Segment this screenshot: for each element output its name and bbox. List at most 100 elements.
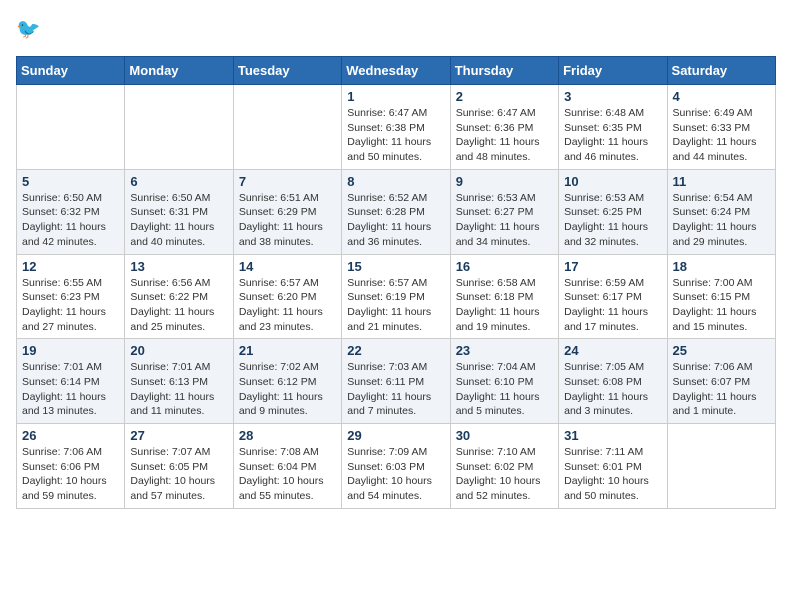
calendar-cell: 19 Sunrise: 7:01 AM Sunset: 6:14 PM Dayli… bbox=[17, 339, 125, 424]
day-number: 13 bbox=[130, 259, 227, 274]
day-info: Sunrise: 7:06 AM Sunset: 6:07 PM Dayligh… bbox=[673, 360, 770, 419]
day-number: 28 bbox=[239, 428, 336, 443]
calendar-cell bbox=[17, 85, 125, 170]
calendar-cell: 10 Sunrise: 6:53 AM Sunset: 6:25 PM Dayli… bbox=[559, 169, 667, 254]
day-number: 12 bbox=[22, 259, 119, 274]
calendar-cell: 21 Sunrise: 7:02 AM Sunset: 6:12 PM Dayli… bbox=[233, 339, 341, 424]
day-number: 9 bbox=[456, 174, 553, 189]
day-info: Sunrise: 6:49 AM Sunset: 6:33 PM Dayligh… bbox=[673, 106, 770, 165]
calendar-cell: 24 Sunrise: 7:05 AM Sunset: 6:08 PM Dayli… bbox=[559, 339, 667, 424]
day-info: Sunrise: 6:53 AM Sunset: 6:25 PM Dayligh… bbox=[564, 191, 661, 250]
day-number: 29 bbox=[347, 428, 444, 443]
logo-bird-icon: 🐦 bbox=[16, 16, 44, 44]
day-info: Sunrise: 7:01 AM Sunset: 6:14 PM Dayligh… bbox=[22, 360, 119, 419]
calendar-header-row: SundayMondayTuesdayWednesdayThursdayFrid… bbox=[17, 57, 776, 85]
calendar-cell: 31Sunrise: 7:11 AM Sunset: 6:01 PM Dayli… bbox=[559, 424, 667, 509]
calendar-cell: 25 Sunrise: 7:06 AM Sunset: 6:07 PM Dayli… bbox=[667, 339, 775, 424]
day-info: Sunrise: 7:07 AM Sunset: 6:05 PM Dayligh… bbox=[130, 445, 227, 504]
day-number: 1 bbox=[347, 89, 444, 104]
day-number: 26 bbox=[22, 428, 119, 443]
day-info: Sunrise: 7:06 AM Sunset: 6:06 PM Dayligh… bbox=[22, 445, 119, 504]
calendar-cell: 26 Sunrise: 7:06 AM Sunset: 6:06 PM Dayli… bbox=[17, 424, 125, 509]
day-info: Sunrise: 6:57 AM Sunset: 6:20 PM Dayligh… bbox=[239, 276, 336, 335]
day-info: Sunrise: 6:52 AM Sunset: 6:28 PM Dayligh… bbox=[347, 191, 444, 250]
weekday-header-thursday: Thursday bbox=[450, 57, 558, 85]
day-info: Sunrise: 6:53 AM Sunset: 6:27 PM Dayligh… bbox=[456, 191, 553, 250]
day-info: Sunrise: 6:48 AM Sunset: 6:35 PM Dayligh… bbox=[564, 106, 661, 165]
day-info: Sunrise: 7:03 AM Sunset: 6:11 PM Dayligh… bbox=[347, 360, 444, 419]
day-info: Sunrise: 6:47 AM Sunset: 6:36 PM Dayligh… bbox=[456, 106, 553, 165]
day-number: 24 bbox=[564, 343, 661, 358]
calendar-cell: 2 Sunrise: 6:47 AM Sunset: 6:36 PM Daylig… bbox=[450, 85, 558, 170]
day-number: 21 bbox=[239, 343, 336, 358]
page-header: 🐦 bbox=[16, 16, 776, 44]
calendar-cell: 23 Sunrise: 7:04 AM Sunset: 6:10 PM Dayli… bbox=[450, 339, 558, 424]
day-number: 16 bbox=[456, 259, 553, 274]
calendar-cell: 18 Sunrise: 7:00 AM Sunset: 6:15 PM Dayli… bbox=[667, 254, 775, 339]
day-number: 17 bbox=[564, 259, 661, 274]
calendar-cell: 1 Sunrise: 6:47 AM Sunset: 6:38 PM Daylig… bbox=[342, 85, 450, 170]
calendar-cell: 22 Sunrise: 7:03 AM Sunset: 6:11 PM Dayli… bbox=[342, 339, 450, 424]
calendar-cell: 15 Sunrise: 6:57 AM Sunset: 6:19 PM Dayli… bbox=[342, 254, 450, 339]
calendar-cell: 12 Sunrise: 6:55 AM Sunset: 6:23 PM Dayli… bbox=[17, 254, 125, 339]
calendar-week-2: 5Sunrise: 6:50 AM Sunset: 6:32 PM Daylig… bbox=[17, 169, 776, 254]
calendar-cell: 4 Sunrise: 6:49 AM Sunset: 6:33 PM Daylig… bbox=[667, 85, 775, 170]
day-number: 25 bbox=[673, 343, 770, 358]
day-info: Sunrise: 7:11 AM Sunset: 6:01 PM Dayligh… bbox=[564, 445, 661, 504]
day-number: 20 bbox=[130, 343, 227, 358]
day-number: 30 bbox=[456, 428, 553, 443]
day-number: 15 bbox=[347, 259, 444, 274]
weekday-header-saturday: Saturday bbox=[667, 57, 775, 85]
calendar-cell: 11 Sunrise: 6:54 AM Sunset: 6:24 PM Dayli… bbox=[667, 169, 775, 254]
day-info: Sunrise: 7:10 AM Sunset: 6:02 PM Dayligh… bbox=[456, 445, 553, 504]
day-info: Sunrise: 7:05 AM Sunset: 6:08 PM Dayligh… bbox=[564, 360, 661, 419]
day-number: 10 bbox=[564, 174, 661, 189]
day-info: Sunrise: 6:50 AM Sunset: 6:31 PM Dayligh… bbox=[130, 191, 227, 250]
calendar-cell: 5Sunrise: 6:50 AM Sunset: 6:32 PM Daylig… bbox=[17, 169, 125, 254]
day-number: 23 bbox=[456, 343, 553, 358]
calendar-cell bbox=[125, 85, 233, 170]
calendar-cell: 16Sunrise: 6:58 AM Sunset: 6:18 PM Dayli… bbox=[450, 254, 558, 339]
day-number: 22 bbox=[347, 343, 444, 358]
day-info: Sunrise: 6:59 AM Sunset: 6:17 PM Dayligh… bbox=[564, 276, 661, 335]
calendar-cell: 14 Sunrise: 6:57 AM Sunset: 6:20 PM Dayli… bbox=[233, 254, 341, 339]
day-number: 18 bbox=[673, 259, 770, 274]
day-number: 2 bbox=[456, 89, 553, 104]
day-info: Sunrise: 7:00 AM Sunset: 6:15 PM Dayligh… bbox=[673, 276, 770, 335]
day-info: Sunrise: 6:55 AM Sunset: 6:23 PM Dayligh… bbox=[22, 276, 119, 335]
day-number: 4 bbox=[673, 89, 770, 104]
day-info: Sunrise: 6:54 AM Sunset: 6:24 PM Dayligh… bbox=[673, 191, 770, 250]
calendar-table: SundayMondayTuesdayWednesdayThursdayFrid… bbox=[16, 56, 776, 509]
day-info: Sunrise: 6:57 AM Sunset: 6:19 PM Dayligh… bbox=[347, 276, 444, 335]
calendar-cell: 7Sunrise: 6:51 AM Sunset: 6:29 PM Daylig… bbox=[233, 169, 341, 254]
day-info: Sunrise: 6:56 AM Sunset: 6:22 PM Dayligh… bbox=[130, 276, 227, 335]
calendar-cell: 30 Sunrise: 7:10 AM Sunset: 6:02 PM Dayli… bbox=[450, 424, 558, 509]
calendar-cell: 29 Sunrise: 7:09 AM Sunset: 6:03 PM Dayli… bbox=[342, 424, 450, 509]
svg-text:🐦: 🐦 bbox=[16, 19, 40, 41]
calendar-week-1: 1 Sunrise: 6:47 AM Sunset: 6:38 PM Daylig… bbox=[17, 85, 776, 170]
weekday-header-tuesday: Tuesday bbox=[233, 57, 341, 85]
calendar-cell: 9 Sunrise: 6:53 AM Sunset: 6:27 PM Daylig… bbox=[450, 169, 558, 254]
day-info: Sunrise: 7:09 AM Sunset: 6:03 PM Dayligh… bbox=[347, 445, 444, 504]
weekday-header-friday: Friday bbox=[559, 57, 667, 85]
day-number: 5 bbox=[22, 174, 119, 189]
calendar-cell: 3 Sunrise: 6:48 AM Sunset: 6:35 PM Daylig… bbox=[559, 85, 667, 170]
calendar-cell: 28 Sunrise: 7:08 AM Sunset: 6:04 PM Dayli… bbox=[233, 424, 341, 509]
day-number: 19 bbox=[22, 343, 119, 358]
day-number: 8 bbox=[347, 174, 444, 189]
calendar-cell bbox=[667, 424, 775, 509]
day-info: Sunrise: 7:08 AM Sunset: 6:04 PM Dayligh… bbox=[239, 445, 336, 504]
weekday-header-monday: Monday bbox=[125, 57, 233, 85]
day-info: Sunrise: 6:51 AM Sunset: 6:29 PM Dayligh… bbox=[239, 191, 336, 250]
calendar-cell: 17 Sunrise: 6:59 AM Sunset: 6:17 PM Dayli… bbox=[559, 254, 667, 339]
day-number: 11 bbox=[673, 174, 770, 189]
day-number: 14 bbox=[239, 259, 336, 274]
day-number: 27 bbox=[130, 428, 227, 443]
day-info: Sunrise: 6:47 AM Sunset: 6:38 PM Dayligh… bbox=[347, 106, 444, 165]
calendar-cell bbox=[233, 85, 341, 170]
day-info: Sunrise: 7:04 AM Sunset: 6:10 PM Dayligh… bbox=[456, 360, 553, 419]
day-number: 3 bbox=[564, 89, 661, 104]
day-info: Sunrise: 7:02 AM Sunset: 6:12 PM Dayligh… bbox=[239, 360, 336, 419]
calendar-week-3: 12 Sunrise: 6:55 AM Sunset: 6:23 PM Dayli… bbox=[17, 254, 776, 339]
weekday-header-sunday: Sunday bbox=[17, 57, 125, 85]
